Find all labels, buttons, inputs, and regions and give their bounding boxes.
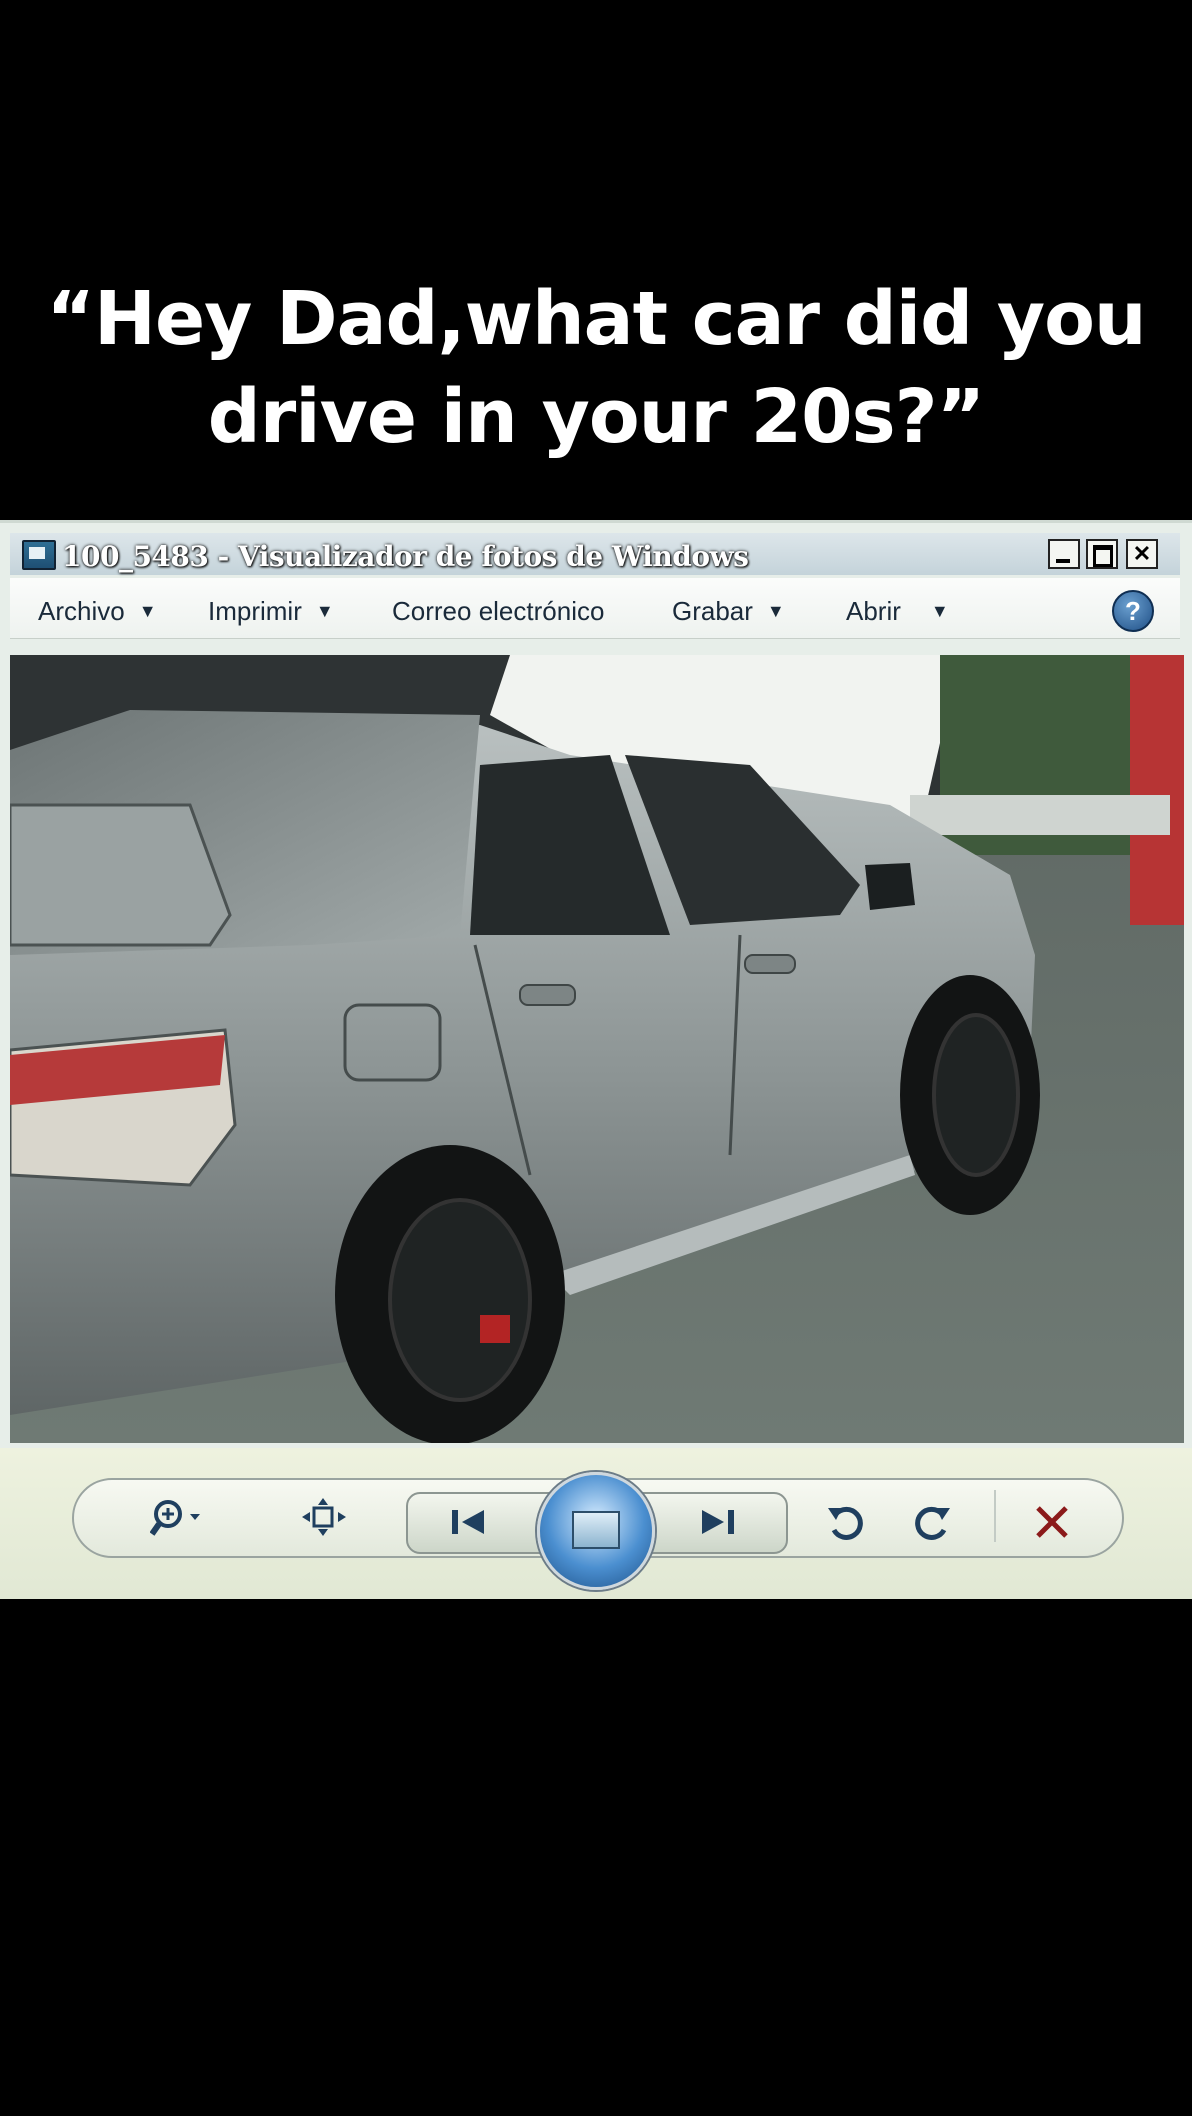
chevron-down-icon: ▼ xyxy=(315,601,334,621)
menu-imprimir-label: Imprimir xyxy=(208,596,302,626)
window-title: 100_5483 - Visualizador de fotos de Wind… xyxy=(62,540,749,573)
menu-archivo-label: Archivo xyxy=(38,596,125,626)
menu-abrir[interactable]: Abrir ▼ xyxy=(846,596,949,627)
fit-to-window-icon[interactable] xyxy=(300,1498,348,1543)
chevron-down-icon: ▼ xyxy=(930,601,949,621)
video-caption: “Hey Dad,what car did you drive in your … xyxy=(0,270,1192,466)
menu-abrir-label: Abrir xyxy=(846,596,901,626)
maximize-button[interactable] xyxy=(1086,539,1118,569)
chevron-down-icon: ▼ xyxy=(138,601,157,621)
slideshow-icon xyxy=(572,1511,620,1549)
photo-display xyxy=(10,655,1184,1443)
menu-grabar[interactable]: Grabar ▼ xyxy=(672,596,785,627)
toolbar-divider xyxy=(994,1490,996,1542)
zoom-icon[interactable] xyxy=(149,1498,210,1547)
slideshow-button[interactable] xyxy=(537,1472,655,1590)
previous-icon[interactable] xyxy=(450,1506,490,1543)
close-button[interactable]: ✕ xyxy=(1126,539,1158,569)
caption-line-1: “Hey Dad,what car did you xyxy=(46,276,1146,362)
photo-viewer-app-icon xyxy=(22,540,56,570)
menu-archivo[interactable]: Archivo ▼ xyxy=(38,596,157,627)
menu-correo-label: Correo electrónico xyxy=(392,596,605,626)
menu-grabar-label: Grabar xyxy=(672,596,753,626)
photo-viewer-window: 100_5483 - Visualizador de fotos de Wind… xyxy=(0,520,1192,1599)
help-icon[interactable]: ? xyxy=(1112,590,1154,632)
title-bar[interactable]: 100_5483 - Visualizador de fotos de Wind… xyxy=(10,533,1180,575)
car-photo-image xyxy=(10,655,1184,1443)
rotate-counterclockwise-icon[interactable] xyxy=(826,1500,866,1547)
delete-icon[interactable] xyxy=(1032,1502,1072,1547)
rotate-clockwise-icon[interactable] xyxy=(912,1500,952,1547)
minimize-button[interactable] xyxy=(1048,539,1080,569)
chevron-down-icon: ▼ xyxy=(766,601,785,621)
caption-line-2: drive in your 20s?” xyxy=(207,374,985,460)
menu-bar: Archivo ▼ Imprimir ▼ Correo electrónico Gr… xyxy=(10,578,1180,639)
viewer-toolbar xyxy=(0,1448,1192,1599)
menu-correo-electronico[interactable]: Correo electrónico xyxy=(392,596,604,627)
next-icon[interactable] xyxy=(698,1506,738,1543)
menu-imprimir[interactable]: Imprimir ▼ xyxy=(208,596,334,627)
